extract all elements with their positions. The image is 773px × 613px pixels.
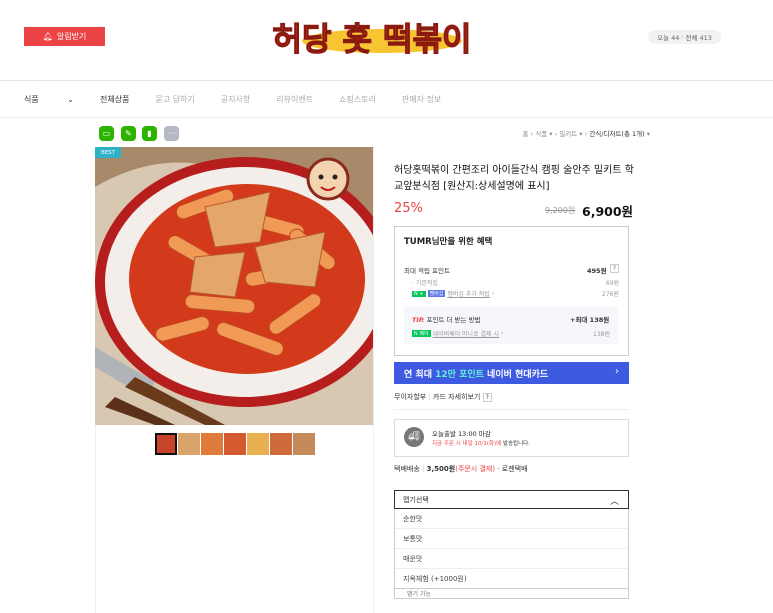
help-icon[interactable]: ? [482, 393, 492, 402]
thumbnail[interactable] [201, 433, 223, 455]
thumbnail[interactable] [293, 433, 315, 455]
naverpay-icon: N 페이 [412, 330, 431, 337]
nav-shopping-story[interactable]: 쇼핑스토리 [339, 94, 376, 105]
product-title: 허당홋떡볶이 간편조리 아이들간식 캠핑 술안주 밀키트 학교앞분식점 [원산지… [394, 165, 634, 192]
bell-icon: 🔔︎ [42, 32, 53, 41]
nav-notice[interactable]: 공지사항 [221, 94, 250, 105]
header-divider [0, 80, 773, 81]
divider [394, 409, 629, 410]
option-spicy[interactable]: 매운맛 [395, 549, 628, 569]
thumbnail[interactable] [270, 433, 292, 455]
thumbnail[interactable] [247, 433, 269, 455]
spice-option-select[interactable]: 맵기선택 ︿ [394, 490, 629, 509]
truck-icon: 🚚︎ [404, 427, 424, 447]
nav-review-event[interactable]: 리뷰이벤트 [276, 94, 313, 105]
membership-points-row[interactable]: N + 멤버십 멤버십 추가 적립 › [412, 289, 494, 298]
thumbnail-strip [155, 433, 315, 455]
option-list: 순한맛 보통맛 매운맛 지옥체험 (+1000원) [394, 509, 629, 589]
shipping-eta: 지금 주문 시 내일 10/1(화)에 발송됩니다. [432, 441, 530, 447]
visitor-count: 오늘 44 · 전체 413 [648, 30, 721, 44]
more-icon[interactable]: ··· [164, 126, 179, 141]
chevron-up-icon: ︿ [609, 497, 619, 507]
basic-points-label: · 기본적립 [412, 280, 438, 287]
bookmark-icon[interactable]: ▮ [142, 126, 157, 141]
product-image[interactable] [95, 147, 373, 425]
option-mild[interactable]: 순한맛 [395, 509, 628, 529]
shipping-box [394, 419, 629, 457]
thumbnail[interactable] [178, 433, 200, 455]
nav-seller-info[interactable]: 판매자 정보 [402, 94, 441, 105]
alarm-button[interactable]: 🔔︎ 알림받기 [24, 27, 105, 46]
discount-rate: 25% [394, 201, 423, 216]
thumbnail[interactable] [155, 433, 177, 455]
talk-share-icon[interactable]: ▭ [99, 126, 114, 141]
membership-points-value: 276원 [602, 291, 619, 298]
store-nav: 식품 ⌄ 전체상품 묻고 답하기 공지사항 리뷰이벤트 쇼핑스토리 판매자 정보 [24, 94, 467, 105]
store-logo[interactable]: 허당 홋 떡볶이 [262, 8, 482, 68]
help-icon[interactable]: ? [610, 264, 619, 273]
crumb-food[interactable]: 식품 [535, 130, 547, 138]
chevron-right-icon: › [615, 366, 619, 377]
crumb-snack[interactable]: 간식/디저트(총 1개) [589, 130, 644, 138]
nav-food[interactable]: 식품 ⌄ [24, 94, 74, 105]
tip-value: +최대 138원 [570, 316, 610, 324]
crumb-home[interactable]: 홈 [522, 130, 528, 138]
left-column-border [95, 425, 96, 613]
basic-points-value: 69원 [606, 280, 620, 287]
blog-share-icon[interactable]: ✎ [121, 126, 136, 141]
benefit-title: TUMR님만을 위한 혜택 [404, 237, 493, 247]
sale-price: 6,900원 [582, 204, 634, 219]
center-column-border [373, 147, 374, 613]
naverpay-row[interactable]: N 페이 네이버페이 머니로 결제 시 › [412, 329, 503, 338]
option-medium[interactable]: 보통맛 [395, 529, 628, 549]
alarm-label: 알림받기 [56, 32, 87, 41]
nav-all-products[interactable]: 전체상품 [100, 94, 129, 105]
breadcrumb: 홈 › 식품 ▾ › 밀키트 ▾ › 간식/디저트(총 1개) ▾ [522, 130, 650, 138]
nav-divider [0, 117, 773, 118]
membership-icon: 멤버십 [427, 290, 446, 297]
max-points-value: 495원 [587, 267, 607, 275]
option-peek: 맵기 가능 [394, 589, 629, 599]
tip-row: TIP. 포인트 더 받는 방법 [412, 316, 481, 324]
option-hell[interactable]: 지옥체험 (+1000원) [395, 569, 628, 589]
naverpay-value: 138원 [593, 331, 610, 338]
svg-text:허당 홋 떡볶이: 허당 홋 떡볶이 [273, 20, 472, 58]
shipping-cutoff: 오늘출발 13:00 마감 [432, 430, 491, 438]
card-detail-link[interactable]: 카드 자세히보기 [433, 393, 480, 401]
max-points-label: 최대 적립 포인트 [404, 267, 450, 275]
tip-box [404, 306, 618, 344]
nav-qna[interactable]: 묻고 답하기 [155, 94, 194, 105]
thumbnail[interactable] [224, 433, 246, 455]
crumb-mealkit[interactable]: 밀키트 [559, 130, 577, 138]
best-badge: BEST [95, 147, 121, 158]
installment-row: 무이자할부 | 카드 자세히보기 ? [394, 392, 492, 402]
card-banner[interactable]: 연 최대 12만 포인트 네이버 현대카드 › [394, 362, 629, 384]
delivery-row: 택배배송 | 3,500원(주문시 결제) · 로젠택배 [394, 465, 528, 473]
original-price: 9,200원 [545, 206, 576, 215]
naver-n-icon: N + [412, 290, 426, 297]
